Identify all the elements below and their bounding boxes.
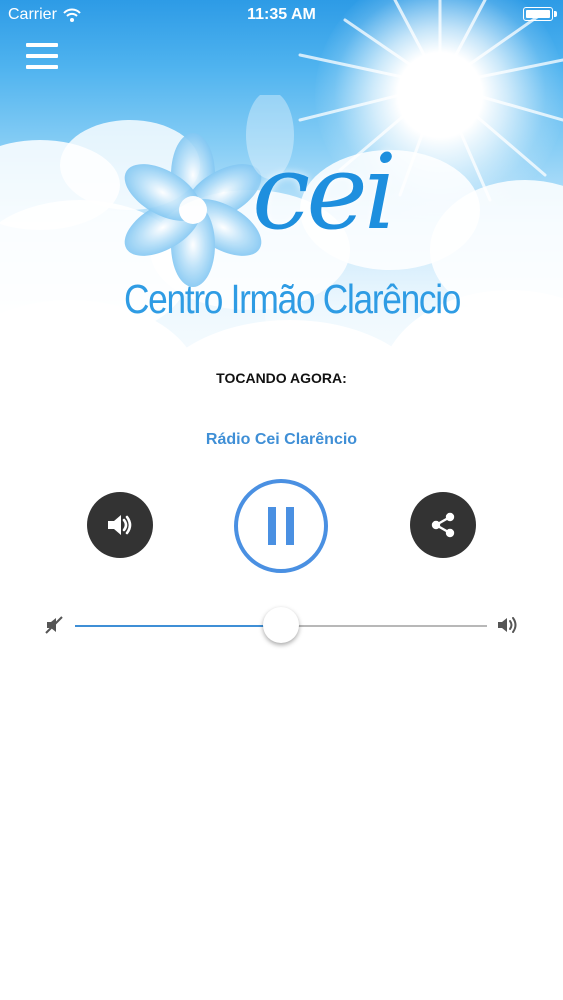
- share-icon: [431, 512, 455, 538]
- volume-track-fill: [75, 625, 281, 627]
- play-pause-button[interactable]: [234, 479, 328, 573]
- logo-brand-text: cei: [252, 131, 397, 253]
- share-button[interactable]: [410, 492, 476, 558]
- volume-button[interactable]: [87, 492, 153, 558]
- battery-fill: [526, 10, 550, 18]
- volume-thumb[interactable]: [263, 607, 299, 643]
- station-name: Rádio Cei Clarêncio: [205, 431, 358, 448]
- clock: 11:35 AM: [247, 6, 316, 23]
- volume-high-icon: [498, 617, 517, 633]
- volume-slider[interactable]: [40, 606, 525, 646]
- battery-icon: [523, 7, 557, 21]
- now-playing-label: TOCANDO AGORA:: [216, 370, 347, 386]
- status-bar: Carrier 11:35 AM: [0, 0, 563, 32]
- pause-icon: [268, 507, 294, 545]
- hamburger-menu-icon[interactable]: [26, 43, 58, 69]
- speaker-icon: [108, 515, 132, 535]
- logo-subtitle: Centro Irmão Clarêncio: [124, 276, 461, 322]
- volume-mute-icon: [45, 616, 63, 634]
